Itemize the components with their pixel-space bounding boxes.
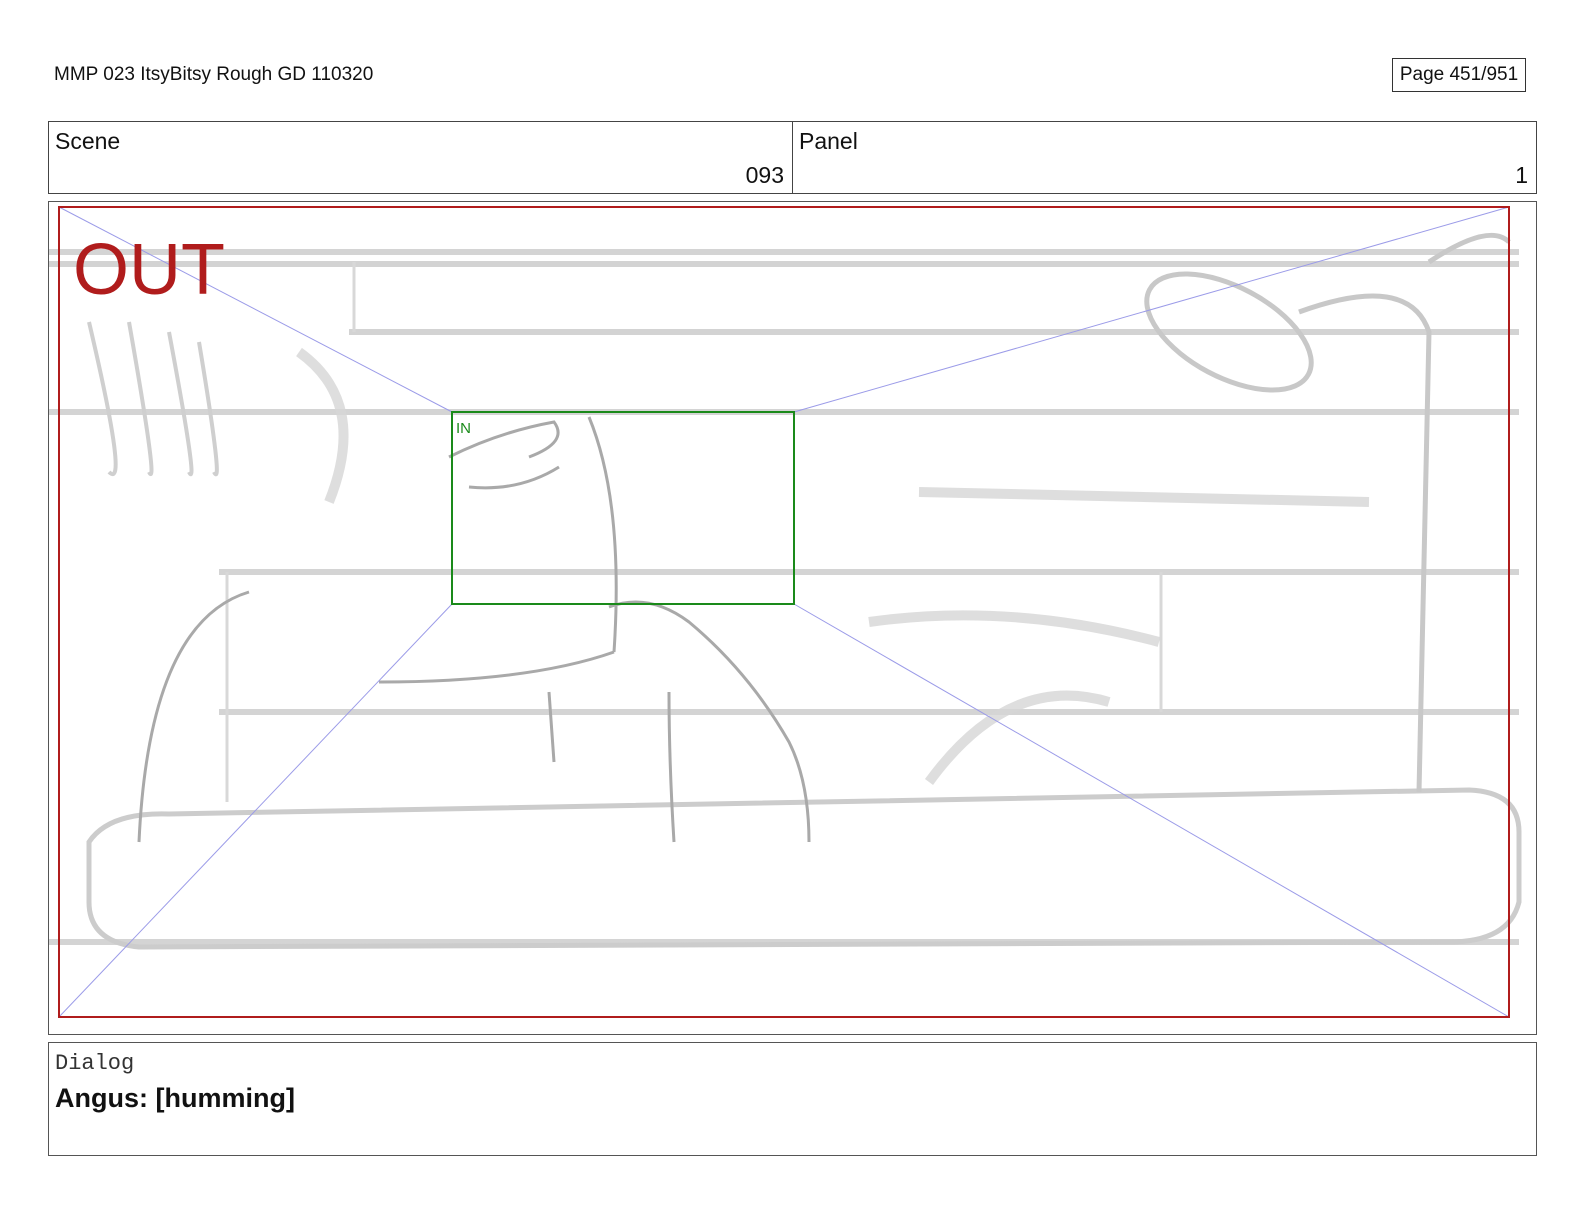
character-sketch: [137, 416, 811, 843]
storyboard-panel: OUT IN: [48, 201, 1537, 1035]
wall-posts-sketch: [225, 262, 1163, 802]
camera-guide-lines: [58, 206, 1510, 1018]
document-title: MMP 023 ItsyBitsy Rough GD 110320: [54, 64, 374, 85]
storyboard-sketch: OUT IN: [49, 206, 1522, 1018]
panel-cell: Panel 1: [793, 122, 1536, 193]
out-frame: [58, 206, 1510, 1018]
panel-value: 1: [1515, 162, 1528, 188]
scene-label: Scene: [55, 128, 121, 154]
dialog-label: Dialog: [55, 1051, 135, 1076]
curtain-sketch: [87, 321, 219, 477]
wall-slats-sketch: [49, 249, 1519, 945]
scene-cell: Scene 093: [49, 122, 793, 193]
dialog-text: Angus: [humming]: [55, 1083, 295, 1113]
scene-panel-header: Scene 093 Panel 1: [48, 121, 1537, 194]
out-label: OUT: [73, 230, 225, 310]
bathtub-sketch: [86, 787, 1522, 950]
panel-label: Panel: [799, 128, 858, 154]
dialog-box: Dialog Angus: [humming]: [48, 1042, 1537, 1156]
scene-value: 093: [745, 162, 784, 188]
in-label: IN: [456, 420, 471, 437]
in-frame: [451, 411, 795, 605]
motion-sketch: [296, 347, 1370, 785]
shower-sketch: [1144, 232, 1511, 793]
page-number: Page 451/951: [1392, 58, 1526, 92]
